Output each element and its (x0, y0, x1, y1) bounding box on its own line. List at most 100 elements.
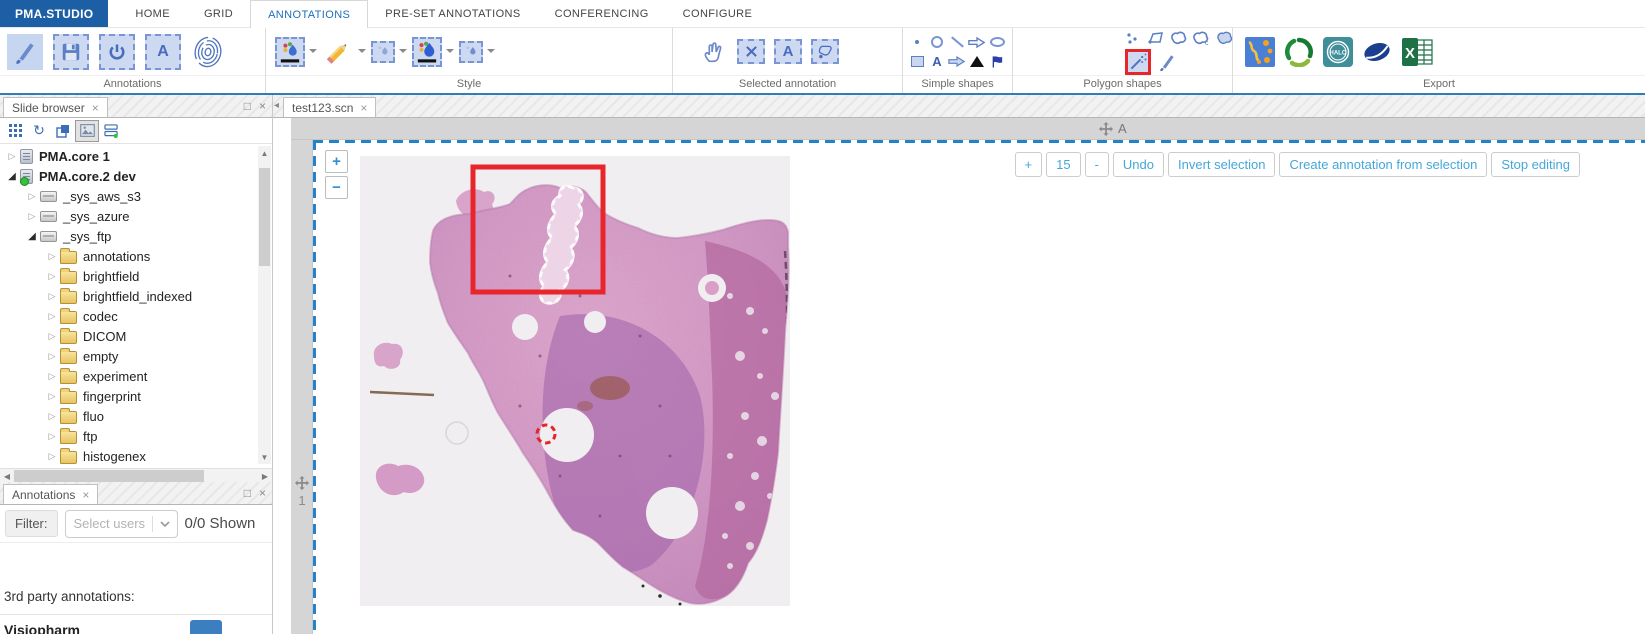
expand-icon[interactable]: ▷ (46, 431, 58, 442)
menu-grid[interactable]: GRID (187, 0, 250, 27)
tree-item-annotations[interactable]: ▷annotations (0, 246, 272, 266)
maximize-panel-icon[interactable]: □ (244, 99, 251, 113)
menu-annotations[interactable]: ANNOTATIONS (250, 0, 368, 28)
polygon-tool-button[interactable] (1147, 29, 1165, 47)
tree-item-brightfield-indexed[interactable]: ▷brightfield_indexed (0, 286, 272, 306)
stop-editing-button[interactable]: Stop editing (1491, 152, 1580, 177)
tree-item-pma-core-1[interactable]: ▷PMA.core 1 (0, 146, 272, 166)
excel-export-icon[interactable]: X (1401, 37, 1434, 67)
vendor-toggle-button[interactable] (190, 620, 222, 634)
paint-selection-icon[interactable] (1157, 52, 1177, 72)
slide-document-tab[interactable]: test123.scn × (283, 97, 376, 117)
menu-configure[interactable]: CONFIGURE (666, 0, 770, 27)
menu-home[interactable]: HOME (118, 0, 187, 27)
open-in-window-button[interactable] (51, 120, 75, 142)
collapse-icon[interactable]: ◢ (26, 231, 38, 242)
freehand-tool-button[interactable] (1169, 29, 1187, 47)
flag-tool-button[interactable] (987, 52, 1007, 70)
expand-icon[interactable]: ▷ (46, 451, 58, 462)
expand-icon[interactable]: ▷ (46, 351, 58, 362)
scroll-up-icon[interactable]: ▲ (258, 146, 271, 160)
tree-item--sys-aws-s3[interactable]: ▷_sys_aws_s3 (0, 186, 272, 206)
tree-item-codec[interactable]: ▷codec (0, 306, 272, 326)
close-icon[interactable]: × (82, 488, 89, 502)
tree-item-empty[interactable]: ▷empty (0, 346, 272, 366)
invert-selection-button[interactable]: Invert selection (1168, 152, 1275, 177)
triangle-tool-button[interactable] (967, 52, 987, 70)
zoom-in-button[interactable]: + (325, 150, 348, 173)
app-logo[interactable]: PMA.STUDIO (0, 0, 108, 27)
scroll-right-icon[interactable]: ▶ (258, 469, 272, 483)
create-annotation-from-selection-button[interactable]: Create annotation from selection (1279, 152, 1487, 177)
thumbnail-view-button[interactable] (75, 120, 99, 142)
rectangle-tool-button[interactable] (907, 52, 927, 70)
expand-icon[interactable]: ▷ (46, 371, 58, 382)
annotation-labels-button[interactable]: A (145, 34, 181, 70)
tolerance-minus-button[interactable]: - (1085, 152, 1109, 177)
close-icon[interactable]: × (92, 101, 99, 115)
closed-freehand-tool-button[interactable] (1215, 29, 1233, 47)
visiopharm-export-icon[interactable] (1245, 37, 1275, 67)
stroke-width-button[interactable] (322, 36, 354, 68)
expand-icon[interactable]: ▷ (46, 291, 58, 302)
ellipse-logo-export-icon[interactable] (1362, 37, 1392, 67)
edit-annotation-shape-button[interactable] (811, 39, 839, 64)
close-panel-icon[interactable]: × (259, 99, 266, 113)
text-tool-button[interactable]: A (927, 52, 947, 70)
pan-select-button[interactable] (698, 37, 728, 67)
stroke-opacity-dropdown-icon[interactable] (399, 49, 407, 57)
scroll-down-icon[interactable]: ▼ (258, 450, 271, 464)
tree-item-dicom[interactable]: ▷DICOM (0, 326, 272, 346)
refresh-button[interactable]: ↻ (27, 120, 51, 142)
expand-icon[interactable]: ▷ (26, 191, 38, 202)
rename-annotation-button[interactable]: A (774, 39, 802, 64)
slide-viewer[interactable]: A 1 + − (273, 118, 1645, 634)
magic-wand-tool-button[interactable] (1125, 49, 1151, 75)
menu-conferencing[interactable]: CONFERENCING (538, 0, 666, 27)
tree-item-fluo[interactable]: ▷fluo (0, 406, 272, 426)
circle-tool-button[interactable] (927, 33, 947, 51)
green-ring-export-icon[interactable] (1284, 37, 1314, 67)
point-tool-button[interactable] (907, 33, 927, 51)
expand-icon[interactable]: ▷ (6, 151, 18, 162)
tree-item-histogenex[interactable]: ▷histogenex (0, 446, 272, 466)
scroll-left-icon[interactable]: ◀ (0, 469, 14, 483)
annotations-panel-tab[interactable]: Annotations × (3, 484, 98, 504)
draw-annotation-button[interactable] (7, 34, 43, 70)
tree-item-ftp[interactable]: ▷ftp (0, 426, 272, 446)
fill-opacity-dropdown-icon[interactable] (487, 49, 495, 57)
grid-row-header[interactable]: 1 (291, 476, 313, 508)
fill-color-dropdown-icon[interactable] (446, 49, 454, 57)
toggle-annotations-button[interactable] (99, 34, 135, 70)
stroke-color-dropdown-icon[interactable] (309, 49, 317, 57)
collapse-icon[interactable]: ◢ (6, 171, 18, 182)
fill-opacity-button[interactable] (459, 41, 483, 63)
tree-item--sys-azure[interactable]: ▷_sys_azure (0, 206, 272, 226)
save-annotations-button[interactable] (53, 34, 89, 70)
maximize-panel-icon[interactable]: □ (244, 486, 251, 500)
tree-vertical-scrollbar[interactable]: ▲ ▼ (258, 146, 271, 464)
stroke-width-dropdown-icon[interactable] (358, 49, 366, 57)
fingerprint-button[interactable] (191, 35, 225, 69)
stroke-opacity-button[interactable] (371, 41, 395, 63)
tree-item-experiment[interactable]: ▷experiment (0, 366, 272, 386)
arrow-filled-tool-button[interactable] (947, 52, 967, 70)
compound-freehand-tool-button[interactable]: c (1191, 29, 1211, 47)
tolerance-plus-button[interactable]: + (1015, 152, 1043, 177)
expand-icon[interactable]: ▷ (46, 331, 58, 342)
undo-button[interactable]: Undo (1113, 152, 1164, 177)
select-users-dropdown[interactable]: Select users (65, 510, 178, 538)
tab-scroll-left-icon[interactable]: ◂ (274, 100, 279, 111)
menu-preset-annotations[interactable]: PRE-SET ANNOTATIONS (368, 0, 537, 27)
delete-annotation-button[interactable] (737, 39, 765, 64)
stroke-color-button[interactable] (275, 37, 305, 67)
fill-color-button[interactable] (412, 37, 442, 67)
tolerance-value-button[interactable]: 15 (1046, 152, 1080, 177)
expand-icon[interactable]: ▷ (46, 411, 58, 422)
vertical-scroll-thumb[interactable] (259, 168, 270, 266)
expand-icon[interactable]: ▷ (46, 271, 58, 282)
server-tree-button[interactable] (99, 120, 123, 142)
grid-column-header[interactable]: A (1099, 121, 1127, 136)
ellipse-tool-button[interactable] (987, 33, 1007, 51)
tree-item-fingerprint[interactable]: ▷fingerprint (0, 386, 272, 406)
